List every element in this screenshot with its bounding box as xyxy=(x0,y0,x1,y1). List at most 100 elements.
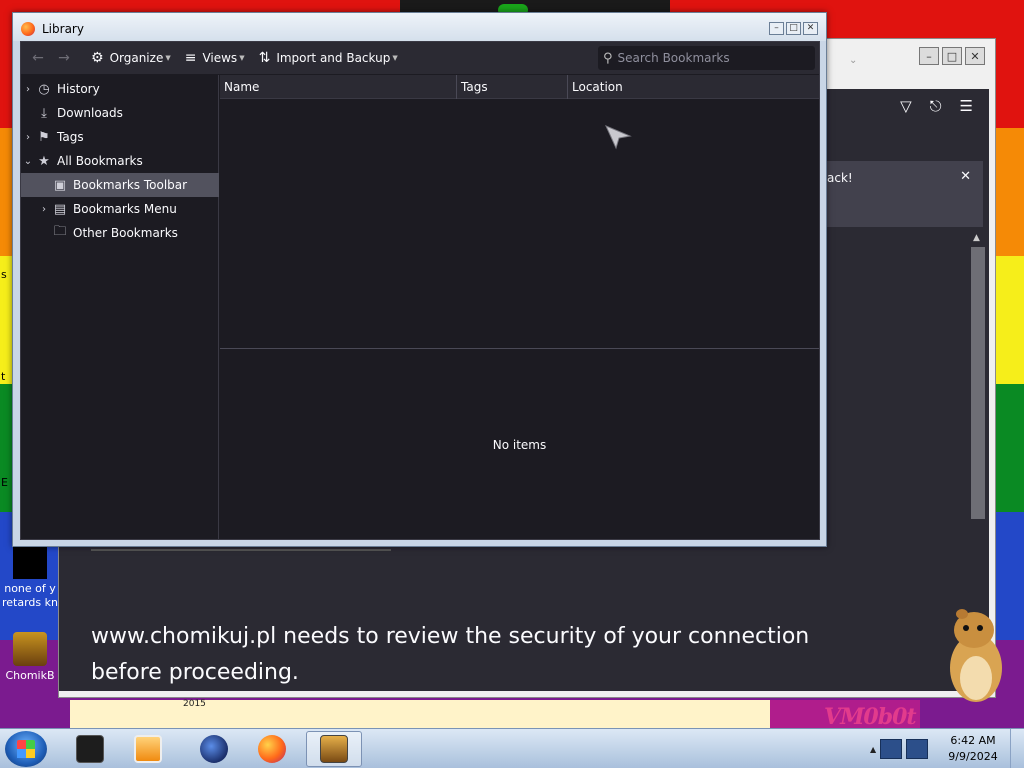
wallpaper-year: 2015 xyxy=(183,699,206,709)
taskbar: ▲ 6:42 AM 9/9/2024 xyxy=(0,728,1024,768)
column-header-location[interactable]: Location xyxy=(568,75,819,99)
tree-item-tags[interactable]: › ⚑ Tags xyxy=(21,125,219,149)
tray-expand-icon[interactable]: ▲ xyxy=(870,745,876,754)
dropdown-caret-icon: ▼ xyxy=(392,54,398,62)
tree-item-label: Bookmarks Menu xyxy=(73,202,177,216)
taskbar-app-media-player[interactable] xyxy=(120,731,176,767)
import-backup-label: Import and Backup xyxy=(276,51,391,65)
tree-item-label: Tags xyxy=(57,130,84,144)
security-check-message: www.chomikuj.pl needs to review the secu… xyxy=(91,624,810,685)
desktop-icon-text-file[interactable]: none of y retards kn xyxy=(0,545,60,610)
taskbar-app-terminal[interactable] xyxy=(62,731,118,767)
column-header-tags[interactable]: Tags xyxy=(457,75,568,99)
collapse-twisty-icon[interactable]: ⌄ xyxy=(21,156,35,167)
tree-item-all-bookmarks[interactable]: ⌄ ★ All Bookmarks xyxy=(21,149,219,173)
tag-icon: ⚑ xyxy=(38,129,50,145)
details-pane: No items xyxy=(220,350,819,539)
organize-label: Organize xyxy=(109,51,164,65)
file-icon xyxy=(13,545,47,579)
gear-icon: ⚙ xyxy=(91,50,104,66)
maximize-button[interactable]: □ xyxy=(942,47,962,65)
hamster-app-icon xyxy=(13,632,47,666)
edge-label: t xyxy=(1,370,6,383)
tree-item-label: History xyxy=(57,82,100,96)
network-icon[interactable] xyxy=(880,739,903,759)
menu-icon: ▤ xyxy=(53,201,67,217)
tree-item-bookmarks-menu[interactable]: › ▤ Bookmarks Menu xyxy=(21,197,219,221)
system-tray: ▲ xyxy=(866,729,946,768)
library-window[interactable]: Library – □ ✕ ← → ⚙ Organize ▼ ≡ Views ▼… xyxy=(12,12,827,547)
column-header-name[interactable]: Name xyxy=(220,75,457,99)
media-player-icon xyxy=(134,735,162,763)
hamburger-menu-icon[interactable]: ☰ xyxy=(960,97,973,115)
expand-twisty-icon[interactable]: › xyxy=(37,204,51,215)
maximize-button[interactable]: □ xyxy=(786,22,801,35)
settings-tray-icon[interactable] xyxy=(906,739,929,759)
terminal-icon xyxy=(76,735,104,763)
mouse-cursor-icon xyxy=(605,125,632,150)
views-button[interactable]: ≡ Views ▼ xyxy=(185,50,245,66)
browser-toolbar-icons: ▽ ⎋ ☰ xyxy=(900,97,973,115)
scroll-up-icon[interactable]: ▲ xyxy=(973,233,980,243)
folder-icon: 🗀 xyxy=(53,224,67,239)
tree-item-history[interactable]: › ◷ History xyxy=(21,77,219,101)
download-icon: ⤓ xyxy=(41,105,47,121)
tree-item-downloads[interactable]: ⤓ Downloads xyxy=(21,101,219,125)
tree-item-label: Downloads xyxy=(57,106,123,120)
firefox-icon xyxy=(258,735,286,763)
scrollbar[interactable]: ▲ xyxy=(971,233,985,519)
library-titlebar[interactable]: Library – □ ✕ xyxy=(13,13,826,41)
views-label: Views xyxy=(202,51,238,65)
minimize-button[interactable]: – xyxy=(769,22,784,35)
expand-twisty-icon[interactable]: › xyxy=(21,84,35,95)
taskbar-app-firefox[interactable] xyxy=(244,731,300,767)
taskbar-app-sandbox[interactable] xyxy=(306,731,362,767)
desktop-icon-label: ChomikB xyxy=(5,669,55,682)
dropdown-caret-icon: ▼ xyxy=(239,54,245,62)
library-toolbar: ← → ⚙ Organize ▼ ≡ Views ▼ ⇅ Import and … xyxy=(21,42,819,74)
import-backup-button[interactable]: ⇅ Import and Backup ▼ xyxy=(259,50,398,66)
import-export-icon: ⇅ xyxy=(258,50,271,66)
scrollbar-thumb[interactable] xyxy=(971,247,985,519)
firefox-icon xyxy=(21,22,35,36)
hamster-mascot xyxy=(950,609,1002,702)
notification-banner: ack! ✕ xyxy=(819,161,983,227)
chevron-down-icon: ⌄ xyxy=(849,55,858,66)
library-content: ← → ⚙ Organize ▼ ≡ Views ▼ ⇅ Import and … xyxy=(20,41,820,540)
bookmarks-pane: Name Tags Location No items xyxy=(220,75,819,539)
toolbar-icon: ▣ xyxy=(53,177,67,193)
tree-item-other-bookmarks[interactable]: 🗀 Other Bookmarks xyxy=(21,221,219,245)
minimize-button[interactable]: – xyxy=(919,47,939,65)
clock-icon: ◷ xyxy=(38,81,50,97)
firefox-nightly-icon xyxy=(200,735,228,763)
search-bookmarks-box[interactable]: ⚲ xyxy=(598,46,815,70)
clock-time: 6:42 AM xyxy=(950,734,996,747)
dropdown-caret-icon: ▼ xyxy=(165,54,171,62)
pocket-icon[interactable]: ▽ xyxy=(900,97,912,115)
column-headers: Name Tags Location xyxy=(220,75,819,99)
search-input[interactable] xyxy=(617,51,803,65)
close-button[interactable]: ✕ xyxy=(803,22,818,35)
desktop-icon-chomik[interactable]: ChomikB xyxy=(0,632,60,683)
organize-button[interactable]: ⚙ Organize ▼ xyxy=(91,50,171,66)
wallpaper-cream-strip xyxy=(70,700,770,730)
extensions-icon[interactable]: ⎋ xyxy=(930,97,942,115)
start-button[interactable] xyxy=(5,731,47,767)
forward-arrow-icon[interactable]: → xyxy=(51,50,77,66)
show-desktop-button[interactable] xyxy=(1010,729,1024,768)
close-button[interactable]: ✕ xyxy=(965,47,985,65)
notification-text: ack! xyxy=(827,171,853,185)
close-icon[interactable]: ✕ xyxy=(960,169,971,184)
window-controls: – □ ✕ xyxy=(769,22,818,35)
windows-logo-icon xyxy=(17,740,35,758)
bookmarks-list[interactable] xyxy=(220,100,819,349)
search-icon: ⚲ xyxy=(603,50,613,66)
back-arrow-icon[interactable]: ← xyxy=(25,50,51,66)
tree-item-bookmarks-toolbar[interactable]: ▣ Bookmarks Toolbar xyxy=(21,173,219,197)
expand-twisty-icon[interactable]: › xyxy=(21,132,35,143)
no-items-text: No items xyxy=(492,437,547,452)
edge-label: E xyxy=(1,476,8,489)
clock[interactable]: 6:42 AM 9/9/2024 xyxy=(944,733,1002,765)
sandbox-icon xyxy=(320,735,348,763)
taskbar-app-firefox-nightly[interactable] xyxy=(186,731,242,767)
